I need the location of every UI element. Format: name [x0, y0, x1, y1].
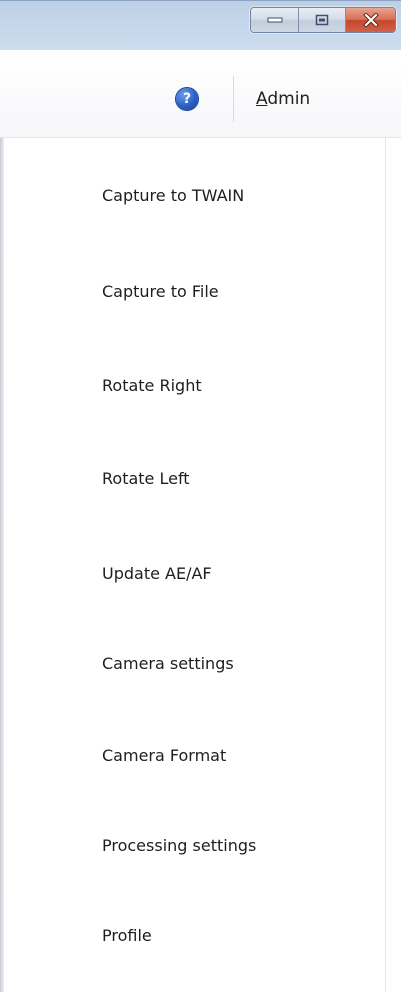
- help-icon[interactable]: ?: [176, 88, 198, 110]
- menu-item-processing-settings[interactable]: Processing settings: [20, 815, 370, 875]
- close-icon: [362, 13, 379, 27]
- menu-item-rotate-left[interactable]: Rotate Left: [20, 448, 370, 508]
- window-controls: [250, 7, 396, 33]
- admin-label-rest: dmin: [267, 89, 311, 109]
- minimize-icon: [267, 17, 282, 23]
- minimize-button[interactable]: [251, 8, 298, 32]
- restore-icon: [315, 14, 329, 26]
- admin-access-key: A: [256, 89, 268, 109]
- menu-item-rotate-right[interactable]: Rotate Right: [20, 355, 370, 415]
- menu-item-update-ae-af[interactable]: Update AE/AF: [20, 543, 370, 603]
- action-menu: Capture to TWAIN Capture to File Rotate …: [0, 138, 401, 992]
- app-header: ? Admin: [0, 50, 401, 138]
- admin-menu-link[interactable]: Admin: [256, 88, 310, 110]
- maximize-button[interactable]: [298, 8, 345, 32]
- menu-item-camera-format[interactable]: Camera Format: [20, 725, 370, 785]
- title-bar: [0, 0, 401, 50]
- close-button[interactable]: [345, 8, 395, 32]
- menu-item-profile[interactable]: Profile: [20, 905, 370, 965]
- menu-item-camera-settings[interactable]: Camera settings: [20, 633, 370, 693]
- menu-item-capture-to-twain[interactable]: Capture to TWAIN: [20, 165, 370, 225]
- header-divider: [233, 76, 234, 122]
- menu-item-capture-to-file[interactable]: Capture to File: [20, 261, 370, 321]
